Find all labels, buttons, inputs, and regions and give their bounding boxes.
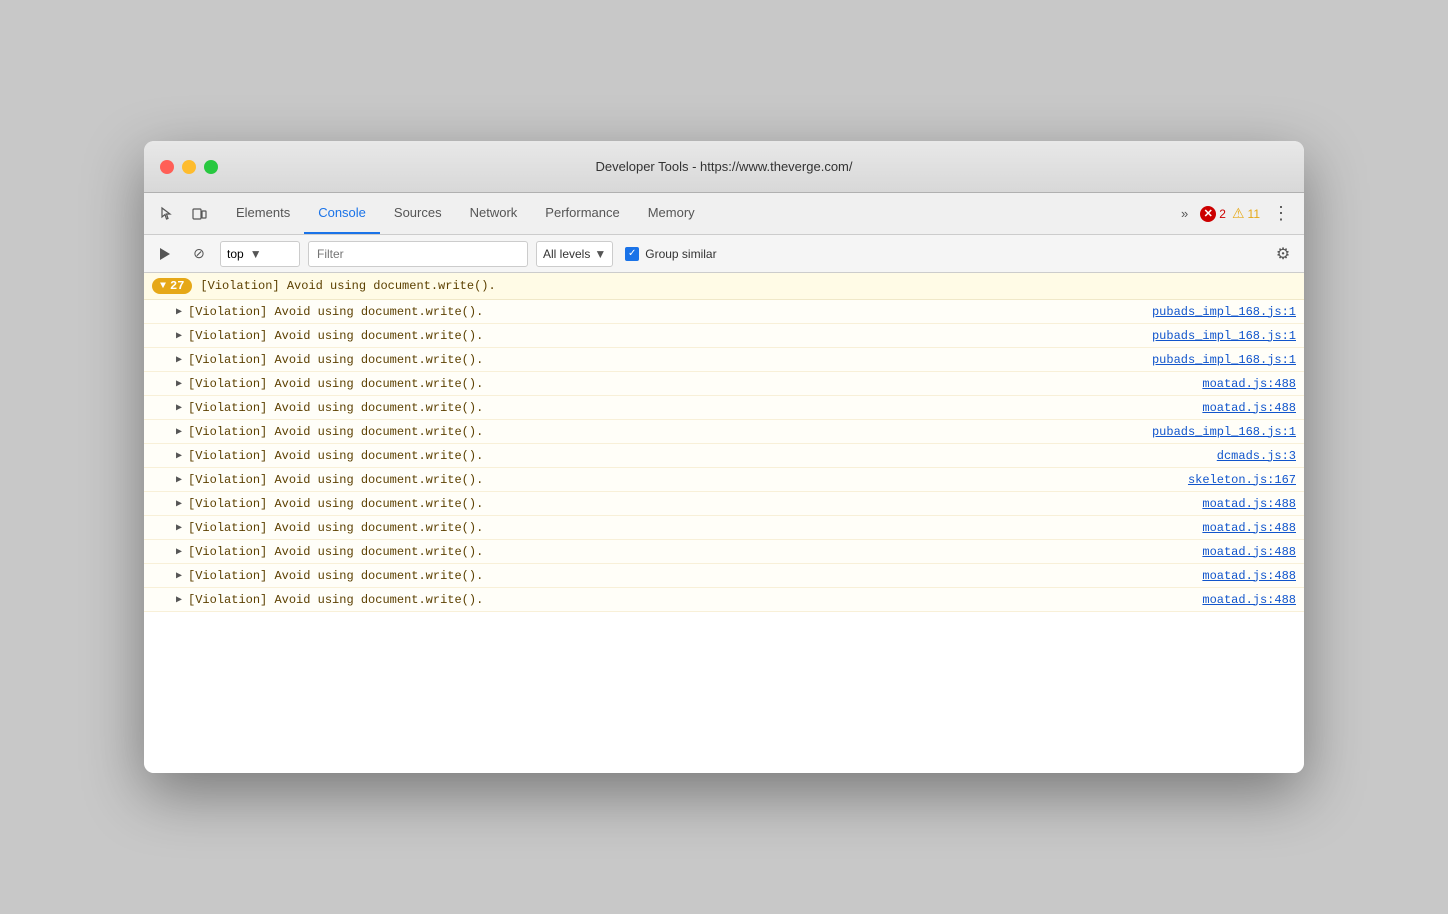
row-expand-icon[interactable]: ▶ — [176, 474, 182, 486]
row-message: [Violation] Avoid using document.write()… — [188, 305, 1152, 319]
row-expand-icon[interactable]: ▶ — [176, 498, 182, 510]
play-icon — [157, 246, 173, 262]
tab-console[interactable]: Console — [304, 193, 380, 234]
block-button[interactable]: ⊘ — [186, 241, 212, 267]
row-source[interactable]: moatad.js:488 — [1202, 569, 1296, 583]
tab-performance[interactable]: Performance — [531, 193, 633, 234]
context-selector[interactable]: top ▼ — [220, 241, 300, 267]
tab-network[interactable]: Network — [456, 193, 532, 234]
row-message: [Violation] Avoid using document.write()… — [188, 545, 1202, 559]
row-message: [Violation] Avoid using document.write()… — [188, 449, 1217, 463]
row-expand-icon[interactable]: ▶ — [176, 426, 182, 438]
row-expand-icon[interactable]: ▶ — [176, 306, 182, 318]
violation-group-header: ▼ 27 [Violation] Avoid using document.wr… — [144, 273, 1304, 300]
titlebar: Developer Tools - https://www.theverge.c… — [144, 141, 1304, 193]
inspect-element-button[interactable] — [152, 199, 182, 229]
row-source[interactable]: pubads_impl_168.js:1 — [1152, 305, 1296, 319]
table-row: ▶ [Violation] Avoid using document.write… — [144, 348, 1304, 372]
row-expand-icon[interactable]: ▶ — [176, 594, 182, 606]
warn-badge: ⚠ 11 — [1232, 205, 1260, 222]
error-badge: ✕ 2 — [1200, 206, 1226, 222]
row-expand-icon[interactable]: ▶ — [176, 450, 182, 462]
row-source[interactable]: pubads_impl_168.js:1 — [1152, 329, 1296, 343]
table-row: ▶ [Violation] Avoid using document.write… — [144, 444, 1304, 468]
console-output: ▼ 27 [Violation] Avoid using document.wr… — [144, 273, 1304, 773]
error-icon: ✕ — [1200, 206, 1216, 222]
row-source[interactable]: moatad.js:488 — [1202, 521, 1296, 535]
table-row: ▶ [Violation] Avoid using document.write… — [144, 420, 1304, 444]
row-source[interactable]: pubads_impl_168.js:1 — [1152, 353, 1296, 367]
table-row: ▶ [Violation] Avoid using document.write… — [144, 396, 1304, 420]
table-row: ▶ [Violation] Avoid using document.write… — [144, 492, 1304, 516]
more-tabs-button[interactable]: » — [1175, 204, 1194, 223]
table-row: ▶ [Violation] Avoid using document.write… — [144, 324, 1304, 348]
console-toolbar: ⊘ top ▼ All levels ▼ ✓ Group similar ⚙ — [144, 235, 1304, 273]
devtools-menu-button[interactable]: ⋮ — [1266, 199, 1296, 229]
row-source[interactable]: moatad.js:488 — [1202, 497, 1296, 511]
tabs-bar: Elements Console Sources Network Perform… — [144, 193, 1304, 235]
device-icon — [191, 206, 207, 222]
console-settings-button[interactable]: ⚙ — [1270, 241, 1296, 267]
tabs-right-section: » ✕ 2 ⚠ 11 ⋮ — [1175, 193, 1296, 234]
device-mode-button[interactable] — [184, 199, 214, 229]
row-source[interactable]: moatad.js:488 — [1202, 401, 1296, 415]
table-row: ▶ [Violation] Avoid using document.write… — [144, 588, 1304, 612]
log-levels-selector[interactable]: All levels ▼ — [536, 241, 613, 267]
row-message: [Violation] Avoid using document.write()… — [188, 569, 1202, 583]
table-row: ▶ [Violation] Avoid using document.write… — [144, 372, 1304, 396]
devtools-window: Developer Tools - https://www.theverge.c… — [144, 141, 1304, 773]
warn-icon: ⚠ — [1232, 205, 1245, 222]
table-row: ▶ [Violation] Avoid using document.write… — [144, 468, 1304, 492]
row-expand-icon[interactable]: ▶ — [176, 354, 182, 366]
row-message: [Violation] Avoid using document.write()… — [188, 593, 1202, 607]
main-tabs: Elements Console Sources Network Perform… — [222, 193, 1175, 234]
row-expand-icon[interactable]: ▶ — [176, 330, 182, 342]
row-source[interactable]: dcmads.js:3 — [1217, 449, 1296, 463]
group-similar-control: ✓ Group similar — [625, 247, 716, 261]
filter-input[interactable] — [308, 241, 528, 267]
row-source[interactable]: pubads_impl_168.js:1 — [1152, 425, 1296, 439]
devtools-icons — [152, 193, 214, 234]
traffic-lights — [160, 160, 218, 174]
clear-console-button[interactable] — [152, 241, 178, 267]
row-expand-icon[interactable]: ▶ — [176, 570, 182, 582]
minimize-button[interactable] — [182, 160, 196, 174]
levels-dropdown-arrow: ▼ — [594, 247, 606, 261]
row-message: [Violation] Avoid using document.write()… — [188, 425, 1152, 439]
table-row: ▶ [Violation] Avoid using document.write… — [144, 300, 1304, 324]
context-dropdown-arrow: ▼ — [250, 247, 262, 261]
tab-memory[interactable]: Memory — [634, 193, 709, 234]
row-message: [Violation] Avoid using document.write()… — [188, 377, 1202, 391]
maximize-button[interactable] — [204, 160, 218, 174]
row-message: [Violation] Avoid using document.write()… — [188, 401, 1202, 415]
row-source[interactable]: skeleton.js:167 — [1188, 473, 1296, 487]
violation-count-badge[interactable]: ▼ 27 — [152, 278, 192, 294]
group-similar-label: Group similar — [645, 247, 716, 261]
tab-elements[interactable]: Elements — [222, 193, 304, 234]
table-row: ▶ [Violation] Avoid using document.write… — [144, 516, 1304, 540]
row-message: [Violation] Avoid using document.write()… — [188, 329, 1152, 343]
tab-sources[interactable]: Sources — [380, 193, 456, 234]
row-message: [Violation] Avoid using document.write()… — [188, 497, 1202, 511]
row-expand-icon[interactable]: ▶ — [176, 546, 182, 558]
row-expand-icon[interactable]: ▶ — [176, 402, 182, 414]
row-source[interactable]: moatad.js:488 — [1202, 377, 1296, 391]
row-expand-icon[interactable]: ▶ — [176, 378, 182, 390]
cursor-icon — [159, 206, 175, 222]
row-message: [Violation] Avoid using document.write()… — [188, 353, 1152, 367]
row-expand-icon[interactable]: ▶ — [176, 522, 182, 534]
row-source[interactable]: moatad.js:488 — [1202, 593, 1296, 607]
close-button[interactable] — [160, 160, 174, 174]
window-title: Developer Tools - https://www.theverge.c… — [596, 159, 853, 174]
row-source[interactable]: moatad.js:488 — [1202, 545, 1296, 559]
collapse-arrow: ▼ — [160, 281, 166, 292]
group-header-message: [Violation] Avoid using document.write()… — [200, 279, 495, 293]
table-row: ▶ [Violation] Avoid using document.write… — [144, 564, 1304, 588]
row-message: [Violation] Avoid using document.write()… — [188, 473, 1188, 487]
group-similar-checkbox[interactable]: ✓ — [625, 247, 639, 261]
table-row: ▶ [Violation] Avoid using document.write… — [144, 540, 1304, 564]
row-message: [Violation] Avoid using document.write()… — [188, 521, 1202, 535]
